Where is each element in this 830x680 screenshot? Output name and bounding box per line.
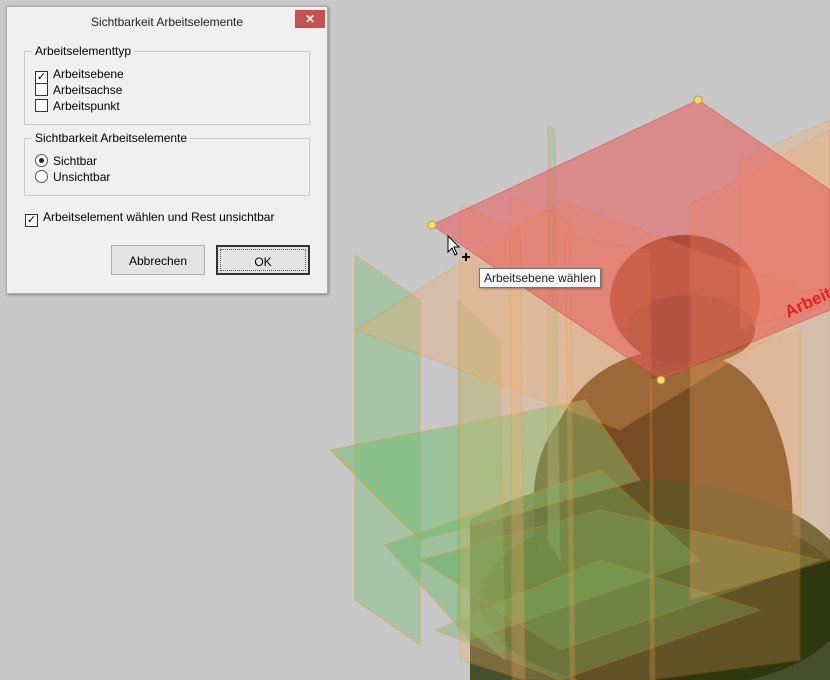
checkbox-label: Arbeitsachse (53, 83, 123, 97)
checkbox-workpoint[interactable]: Arbeitspunkt (35, 98, 120, 114)
cancel-button[interactable]: Abbrechen (111, 245, 205, 275)
radio-invisible[interactable]: Unsichtbar (35, 169, 110, 185)
checkbox-icon[interactable]: ✓ (25, 214, 38, 227)
visibility-dialog: Sichtbarkeit Arbeitselemente ✕ Arbeitsel… (6, 6, 328, 294)
checkbox-label: Arbeitspunkt (53, 99, 120, 113)
checkbox-select-rest-invisible[interactable]: ✓ Arbeitselement wählen und Rest unsichtb… (25, 209, 275, 227)
ok-label: OK (254, 255, 272, 269)
radio-icon[interactable] (35, 154, 48, 167)
checkbox-label: Arbeitsebene (53, 67, 124, 81)
ok-button[interactable]: OK (216, 245, 310, 275)
checkbox-icon[interactable] (35, 99, 48, 112)
group-visibility: Sichtbarkeit Arbeitselemente Sichtbar Un… (24, 131, 310, 196)
radio-label: Sichtbar (53, 154, 98, 168)
checkbox-label: Arbeitselement wählen und Rest unsichtba… (43, 210, 275, 224)
checkbox-icon[interactable] (35, 83, 48, 96)
radio-icon[interactable] (35, 170, 48, 183)
checkbox-workaxis[interactable]: Arbeitsachse (35, 82, 122, 98)
group-legend: Sichtbarkeit Arbeitselemente (32, 131, 191, 145)
group-element-type: Arbeitselementtyp ✓ Arbeitsebene Arbeitsa… (24, 44, 310, 125)
dialog-title: Sichtbarkeit Arbeitselemente (90, 15, 244, 29)
close-button[interactable]: ✕ (295, 10, 325, 28)
radio-label: Unsichtbar (53, 170, 111, 184)
checkbox-workplane[interactable]: ✓ Arbeitsebene (35, 66, 124, 84)
tooltip: Arbeitsebene wählen (479, 268, 602, 288)
radio-visible[interactable]: Sichtbar (35, 153, 97, 169)
group-legend: Arbeitselementtyp (32, 44, 135, 58)
